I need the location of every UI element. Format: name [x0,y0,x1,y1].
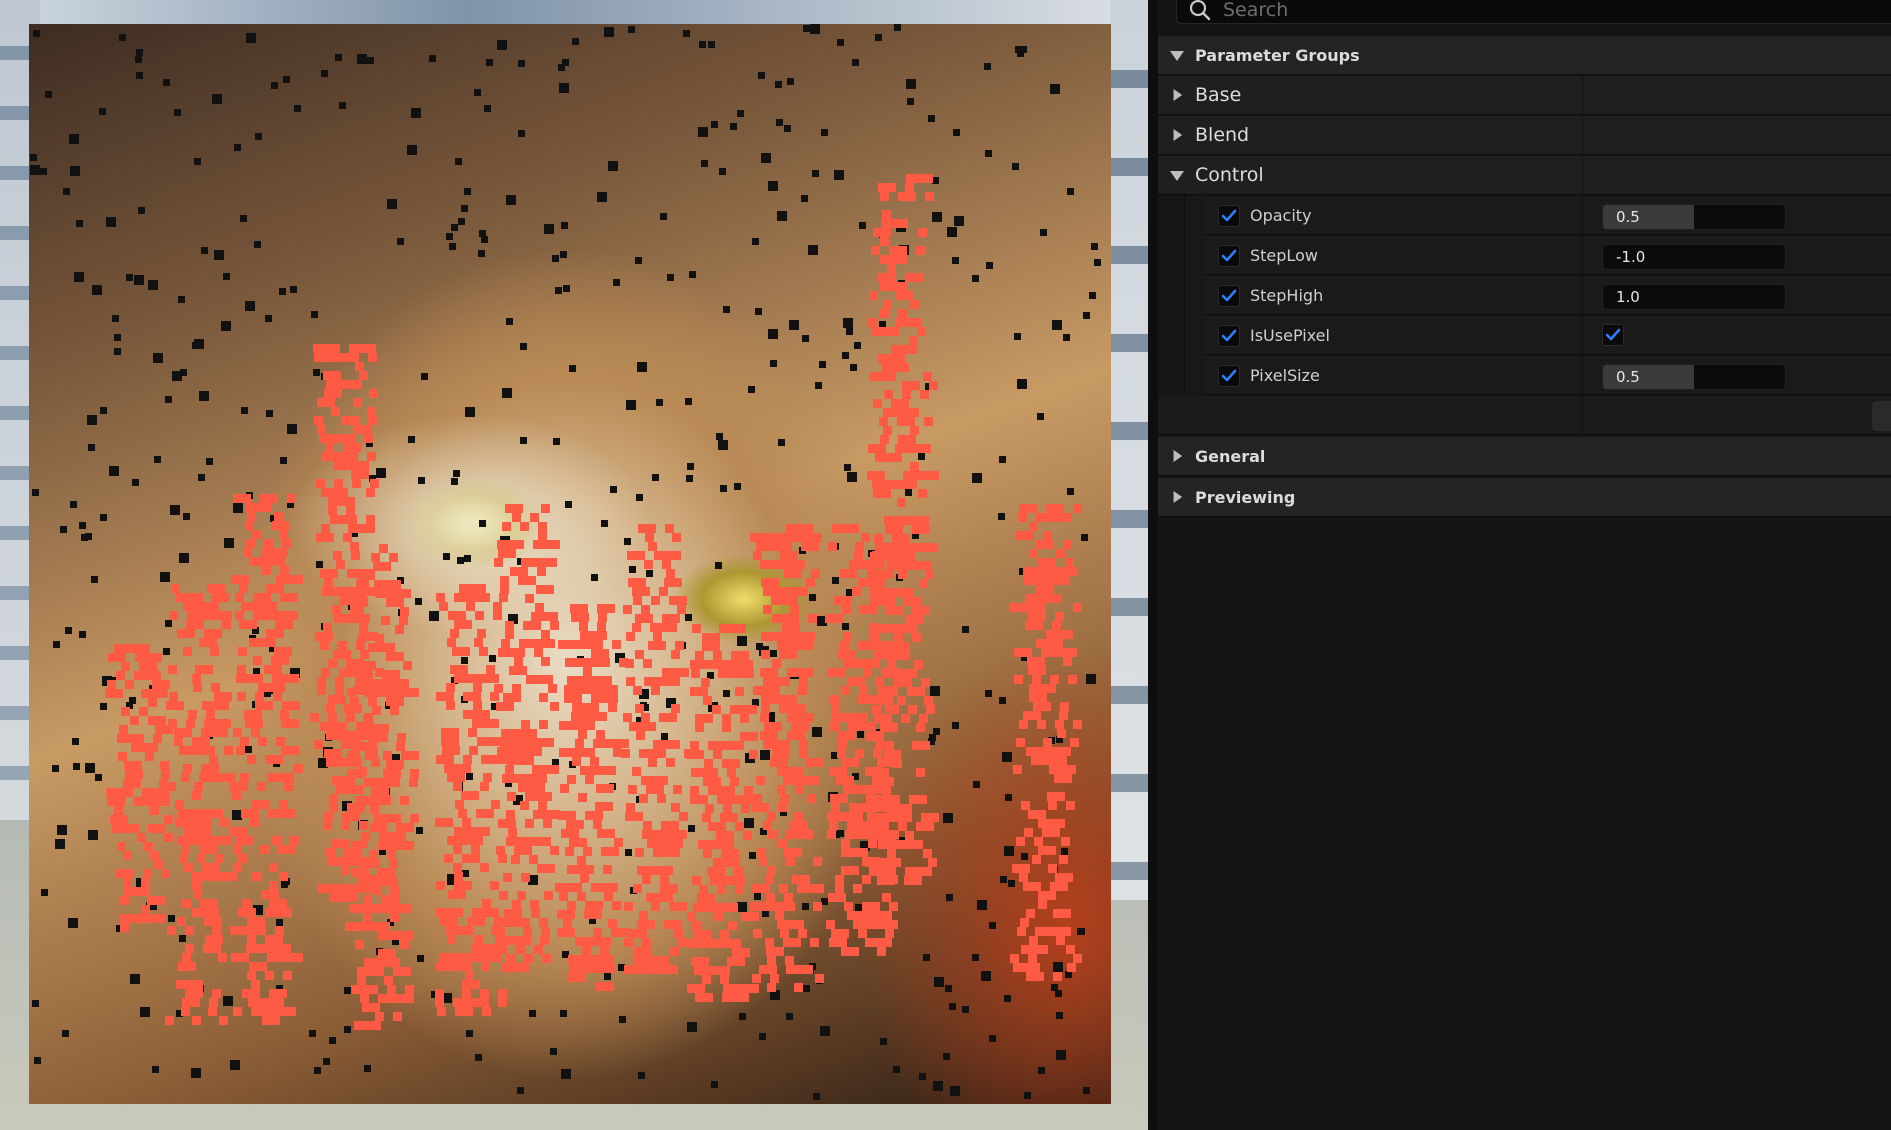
cat-preview-image [29,24,1111,1104]
chevron-right-icon [1173,129,1183,141]
column-splitter[interactable] [1582,236,1583,275]
search-bar[interactable] [1176,0,1891,25]
stephigh-enable-checkbox[interactable] [1218,285,1240,307]
row-indent [1158,276,1185,315]
opacity-slider[interactable]: 0.5 [1602,204,1786,230]
column-splitter[interactable] [1582,276,1583,315]
stephigh-label: StepHigh [1250,286,1324,305]
section-previewing-label: Previewing [1195,488,1296,507]
chevron-right-icon [1173,89,1183,101]
stephigh-number-input[interactable]: 1.0 [1602,284,1786,310]
param-row-steplow: StepLow -1.0 [1158,236,1891,275]
checkmark-icon [1221,209,1237,222]
row-indent [1158,236,1185,275]
param-row-pixelsize: PixelSize 0.5 [1158,356,1891,395]
category-blend-label: Blend [1195,124,1250,146]
param-row-isusepixel: IsUsePixel [1158,316,1891,355]
chevron-right-icon [1173,491,1183,503]
column-splitter[interactable] [1582,196,1583,235]
column-splitter[interactable] [1582,76,1583,115]
row-indent [1185,196,1205,235]
steplow-number-input[interactable]: -1.0 [1602,244,1786,270]
checkmark-icon [1605,328,1621,341]
column-splitter[interactable] [1582,356,1583,395]
isusepixel-enable-checkbox[interactable] [1218,325,1240,347]
steplow-value: -1.0 [1616,248,1646,266]
empty-row [1158,396,1891,435]
pixelsize-slider[interactable]: 0.5 [1602,364,1786,390]
checkmark-icon [1221,249,1237,262]
checkmark-icon [1221,369,1237,382]
pixel-effect-overlay [30,24,1101,1100]
column-splitter[interactable] [1582,396,1583,435]
row-indent [1185,356,1205,395]
category-control-label: Control [1195,164,1264,186]
row-indent [1158,316,1185,355]
opacity-label: Opacity [1250,206,1312,225]
column-splitter[interactable] [1582,156,1583,195]
category-blend[interactable]: Blend [1158,116,1891,155]
background-sky [40,0,1110,24]
category-control[interactable]: Control [1158,156,1891,195]
row-indent [1185,316,1205,355]
pixelsize-value: 0.5 [1616,368,1640,386]
row-indent [1158,356,1185,395]
steplow-enable-checkbox[interactable] [1218,245,1240,267]
isusepixel-label: IsUsePixel [1250,326,1330,345]
parameter-groups-header[interactable]: Parameter Groups [1158,36,1891,75]
stephigh-value: 1.0 [1616,288,1640,306]
row-indent [1185,276,1205,315]
details-panel: Parameter Groups Base Blend Control Opac… [1158,0,1891,1130]
column-splitter[interactable] [1582,116,1583,155]
parameter-groups-label: Parameter Groups [1195,46,1360,65]
edge-button[interactable] [1872,401,1891,431]
search-input[interactable] [1221,0,1865,25]
panel-splitter[interactable] [1148,0,1158,1130]
opacity-value: 0.5 [1616,208,1640,226]
param-row-stephigh: StepHigh 1.0 [1158,276,1891,315]
chevron-right-icon [1173,450,1183,462]
category-base[interactable]: Base [1158,76,1891,115]
chevron-down-icon [1170,51,1184,61]
category-base-label: Base [1195,84,1242,106]
checkmark-icon [1221,329,1237,342]
section-general[interactable]: General [1158,437,1891,476]
steplow-label: StepLow [1250,246,1318,265]
pixelsize-label: PixelSize [1250,366,1320,385]
row-indent [1185,236,1205,275]
isusepixel-value-checkbox[interactable] [1602,324,1624,346]
row-indent [1158,196,1185,235]
param-row-opacity: Opacity 0.5 [1158,196,1891,235]
section-previewing[interactable]: Previewing [1158,478,1891,517]
chevron-down-icon [1170,171,1184,181]
column-splitter[interactable] [1582,316,1583,355]
section-general-label: General [1195,447,1266,466]
opacity-enable-checkbox[interactable] [1218,205,1240,227]
material-preview-viewport[interactable] [0,0,1148,1130]
background-building-right [1110,0,1148,900]
pixelsize-enable-checkbox[interactable] [1218,365,1240,387]
search-icon [1189,0,1211,21]
checkmark-icon [1221,289,1237,302]
